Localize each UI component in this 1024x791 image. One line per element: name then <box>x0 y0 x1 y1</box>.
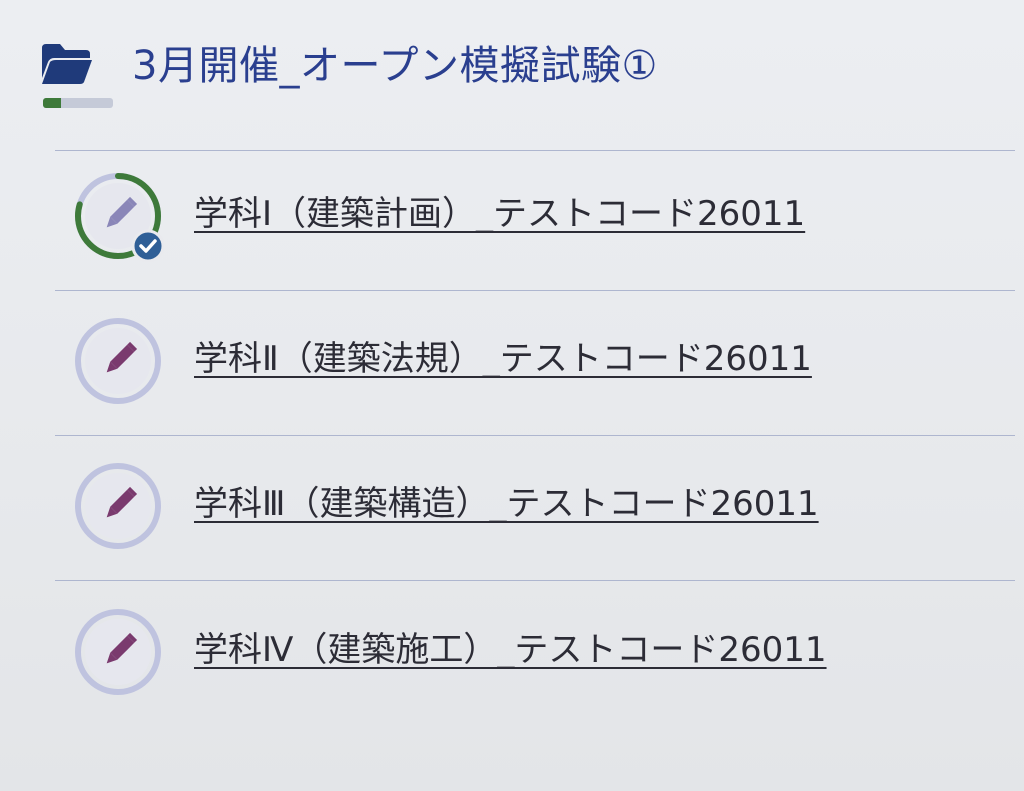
activity-row-2: 学科Ⅱ（建築法規）_テストコード26011 <box>72 315 992 411</box>
activity-row-3: 学科Ⅲ（建築構造）_テストコード26011 <box>72 460 992 556</box>
completion-status-icon <box>75 463 161 549</box>
divider <box>55 435 1015 436</box>
completion-status-icon <box>75 318 161 404</box>
course-section-screen: 3月開催_オープン模擬試験① 学科Ⅰ（建築計画）_テストコード26011 学科Ⅱ… <box>0 0 1024 791</box>
section-progress-fill <box>43 98 61 108</box>
activity-link[interactable]: 学科Ⅲ（建築構造）_テストコード26011 <box>194 476 819 532</box>
section-title: 3月開催_オープン模擬試験① <box>132 43 658 89</box>
divider <box>55 150 1015 151</box>
divider <box>55 580 1015 581</box>
check-badge-icon <box>131 229 164 262</box>
activity-link[interactable]: 学科Ⅰ（建築計画）_テストコード26011 <box>194 186 805 242</box>
section-progress-bar <box>43 98 113 108</box>
activity-link[interactable]: 学科Ⅳ（建築施工）_テストコード26011 <box>194 622 827 678</box>
activity-row-4: 学科Ⅳ（建築施工）_テストコード26011 <box>72 606 992 702</box>
completion-status-icon <box>75 173 164 262</box>
activity-row-1: 学科Ⅰ（建築計画）_テストコード26011 <box>72 170 992 266</box>
section-header: 3月開催_オープン模擬試験① <box>40 36 1000 116</box>
divider <box>55 290 1015 291</box>
activity-link[interactable]: 学科Ⅱ（建築法規）_テストコード26011 <box>194 331 812 387</box>
completion-status-icon <box>75 609 161 695</box>
folder-open-icon[interactable] <box>40 42 94 86</box>
